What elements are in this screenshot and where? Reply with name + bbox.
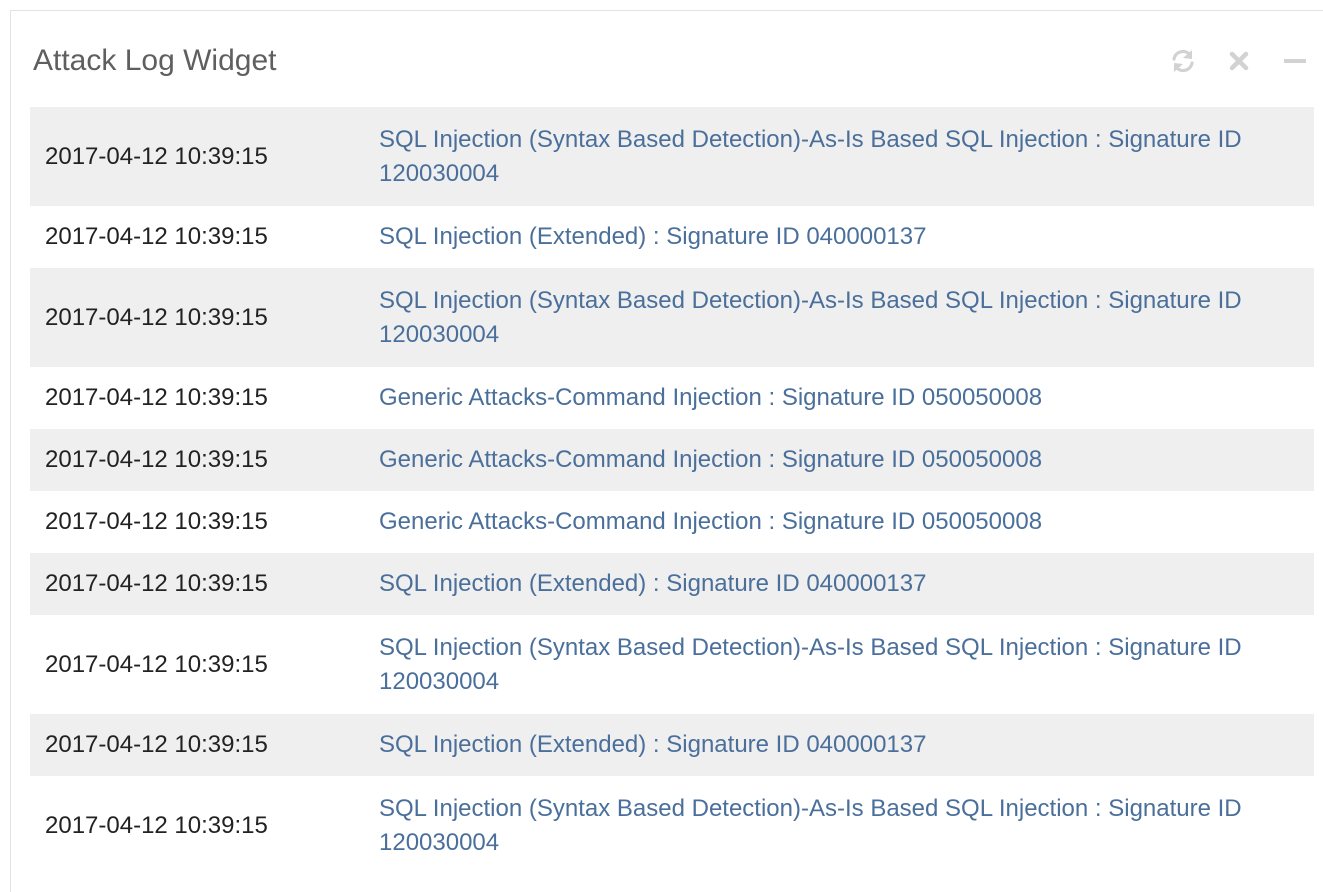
log-row: 2017-04-12 10:39:15 Generic Attacks-Comma…: [30, 429, 1314, 491]
widget-controls: [1169, 47, 1309, 75]
attack-log-widget: Attack Log Widget 2017-04-12 10:39:15 SQ…: [10, 10, 1323, 892]
log-row: 2017-04-12 10:39:15 Generic Attacks-Comma…: [30, 491, 1314, 553]
log-attack-link[interactable]: SQL Injection (Syntax Based Detection)-A…: [379, 631, 1314, 699]
log-row: 2017-04-12 10:39:15 SQL Injection (Syntax…: [30, 776, 1314, 875]
log-timestamp: 2017-04-12 10:39:15: [45, 811, 268, 839]
log-timestamp: 2017-04-12 10:39:15: [45, 731, 268, 758]
log-timestamp: 2017-04-12 10:39:15: [45, 570, 268, 597]
log-row: 2017-04-12 10:39:15 SQL Injection (Syntax…: [30, 107, 1314, 206]
log-attack-link[interactable]: Generic Attacks-Command Injection : Sign…: [379, 381, 1314, 415]
log-attack-link[interactable]: SQL Injection (Syntax Based Detection)-A…: [379, 284, 1314, 352]
log-attack-link[interactable]: SQL Injection (Extended) : Signature ID …: [379, 728, 1314, 762]
log-row: 2017-04-12 10:39:15 SQL Injection (Syntax…: [30, 268, 1314, 367]
log-attack-link[interactable]: Generic Attacks-Command Injection : Sign…: [379, 505, 1314, 539]
widget-title: Attack Log Widget: [33, 44, 277, 77]
log-row: 2017-04-12 10:39:15 SQL Injection (Extend…: [30, 206, 1314, 268]
log-attack-link[interactable]: SQL Injection (Syntax Based Detection)-A…: [379, 792, 1314, 860]
log-row: 2017-04-12 10:39:15 Generic Attacks-Comma…: [30, 367, 1314, 429]
log-timestamp: 2017-04-12 10:39:15: [45, 384, 268, 411]
attack-log-list: 2017-04-12 10:39:15 SQL Injection (Syntax…: [30, 107, 1314, 875]
log-attack-link[interactable]: SQL Injection (Extended) : Signature ID …: [379, 220, 1314, 254]
log-timestamp: 2017-04-12 10:39:15: [45, 142, 268, 170]
log-timestamp: 2017-04-12 10:39:15: [45, 303, 268, 331]
log-attack-link[interactable]: Generic Attacks-Command Injection : Sign…: [379, 443, 1314, 477]
log-timestamp: 2017-04-12 10:39:15: [45, 508, 268, 535]
log-attack-link[interactable]: SQL Injection (Extended) : Signature ID …: [379, 567, 1314, 601]
refresh-icon[interactable]: [1169, 47, 1197, 75]
minimize-icon[interactable]: [1281, 47, 1309, 75]
log-timestamp: 2017-04-12 10:39:15: [45, 223, 268, 250]
log-row: 2017-04-12 10:39:15 SQL Injection (Extend…: [30, 553, 1314, 615]
log-row: 2017-04-12 10:39:15 SQL Injection (Extend…: [30, 714, 1314, 776]
log-row: 2017-04-12 10:39:15 SQL Injection (Syntax…: [30, 615, 1314, 714]
log-attack-link[interactable]: SQL Injection (Syntax Based Detection)-A…: [379, 123, 1314, 191]
log-timestamp: 2017-04-12 10:39:15: [45, 446, 268, 473]
close-icon[interactable]: [1225, 47, 1253, 75]
log-timestamp: 2017-04-12 10:39:15: [45, 650, 268, 678]
widget-header: Attack Log Widget: [11, 11, 1323, 107]
